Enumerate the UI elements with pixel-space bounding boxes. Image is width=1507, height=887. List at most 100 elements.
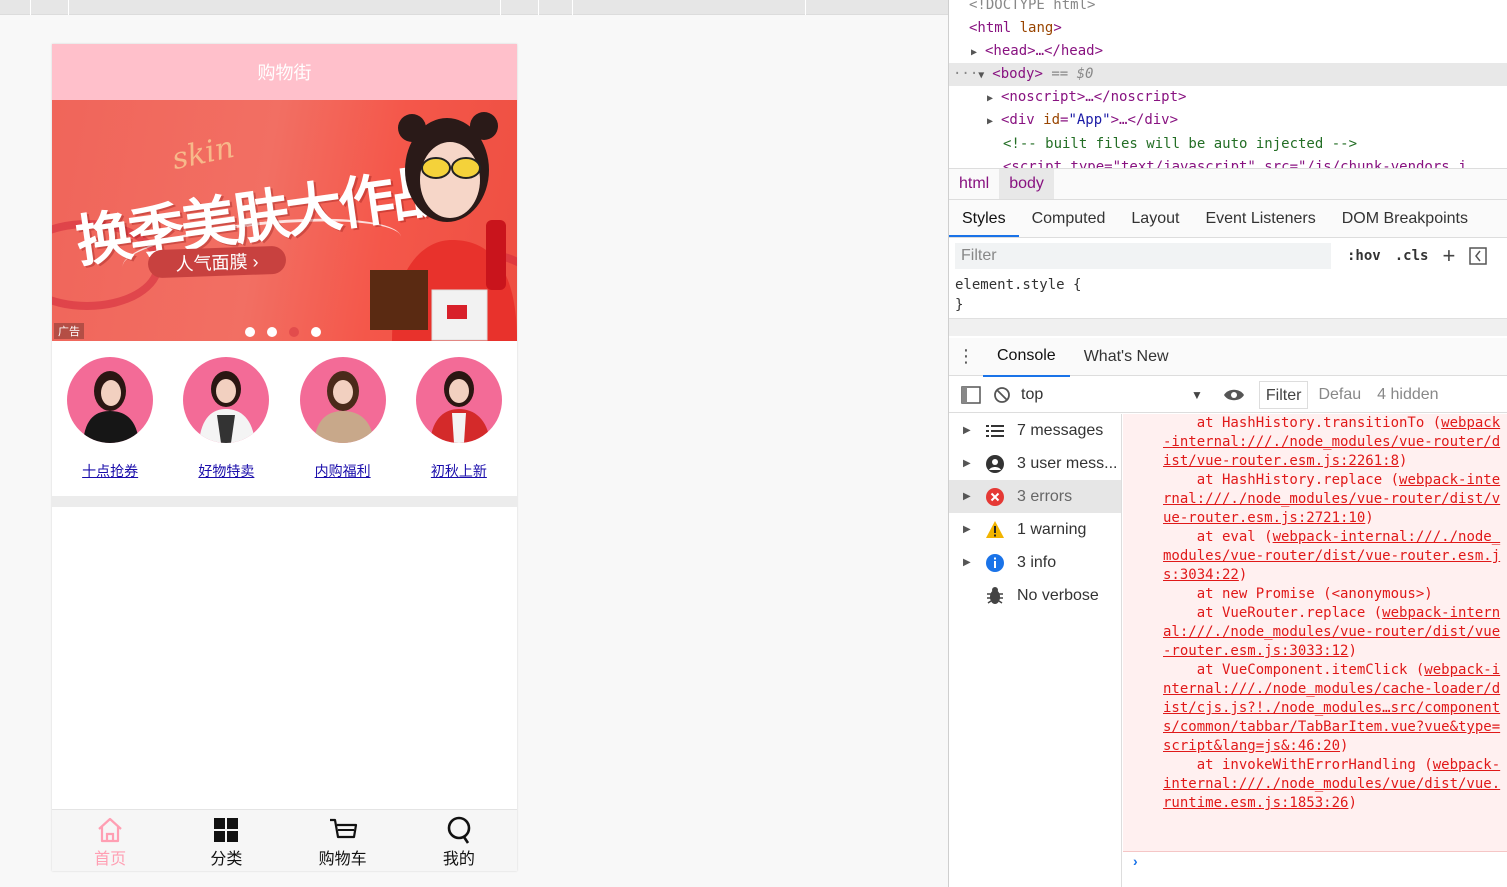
elements-tree: <!DOCTYPE html> <html lang> ▶ <head>…</he…	[949, 0, 1507, 168]
recommend-item[interactable]: 十点抢券	[60, 357, 160, 496]
tab-styles[interactable]: Styles	[949, 200, 1019, 237]
browser-viewport: 购物街 skin 换季美肤大作战 人气面膜 › 广告 十点抢券 好物特卖 内购福…	[0, 0, 948, 887]
cls-toggle[interactable]: .cls	[1395, 248, 1429, 264]
tab-computed[interactable]: Computed	[1019, 200, 1119, 237]
styles-filter-row: Filter :hov .cls +	[949, 239, 1507, 273]
screen: 购物街 skin 换季美肤大作战 人气面膜 › 广告 十点抢券 好物特卖 内购福…	[0, 0, 1507, 887]
error-icon	[985, 487, 1005, 507]
breadcrumb-body[interactable]: body	[999, 169, 1054, 199]
banner-dot[interactable]	[245, 327, 255, 337]
recommend-label[interactable]: 十点抢券	[60, 461, 160, 481]
tab-label: 分类	[210, 851, 243, 868]
styles-tabs: Styles Computed Layout Event Listeners D…	[949, 200, 1507, 238]
dom-node-div-app[interactable]: ▶ <div id="App">…</div>	[949, 109, 1507, 132]
expand-arrow-icon[interactable]: ▶	[963, 425, 985, 436]
banner-dot-active[interactable]	[289, 327, 299, 337]
tab-layout[interactable]: Layout	[1118, 200, 1192, 237]
tab-dom-breakpoints[interactable]: DOM Breakpoints	[1329, 200, 1481, 237]
recommend-item[interactable]: 初秋上新	[409, 357, 509, 496]
recommend-item[interactable]: 内购福利	[293, 357, 393, 496]
device-ruler	[0, 0, 948, 15]
list-icon	[985, 421, 1005, 441]
clear-console-icon[interactable]	[993, 386, 1011, 404]
banner-swiper[interactable]: skin 换季美肤大作战 人气面膜 › 广告	[52, 100, 517, 341]
horizontal-scrollbar[interactable]	[949, 318, 1507, 336]
tab-whats-new[interactable]: What's New	[1070, 338, 1183, 376]
dom-node-head[interactable]: ▶ <head>…</head>	[949, 40, 1507, 63]
collapse-triangle-icon[interactable]: ▼	[978, 64, 992, 87]
banner-dot[interactable]	[311, 327, 321, 337]
banner-indicator	[245, 327, 321, 337]
nav-title: 购物街	[257, 63, 312, 83]
warning-icon	[985, 520, 1005, 540]
styles-filter-input[interactable]: Filter	[955, 243, 1331, 269]
tab-profile[interactable]: 我的	[401, 810, 517, 871]
dom-node-script[interactable]: <script type="text/javascript" src="/js/…	[949, 156, 1507, 168]
banner-dot[interactable]	[267, 327, 277, 337]
sidebar-item-warnings[interactable]: ▶ 1 warning	[949, 513, 1121, 546]
banner-model-image	[370, 112, 517, 341]
log-levels-dropdown[interactable]: Defau	[1318, 386, 1361, 404]
recommend-avatar	[183, 357, 270, 443]
sidebar-item-verbose[interactable]: No verbose	[949, 579, 1121, 612]
dom-node-doctype[interactable]: <!DOCTYPE html>	[949, 0, 1507, 17]
tab-label: 购物车	[318, 851, 367, 868]
dom-node-body[interactable]: ···▼ <body> == $0	[949, 63, 1507, 86]
home-icon	[98, 817, 122, 843]
element-style-rule[interactable]: element.style { }	[955, 275, 1081, 315]
sidebar-item-errors[interactable]: ▶ 3 errors	[949, 480, 1121, 513]
expand-arrow-icon[interactable]: ▶	[963, 557, 985, 568]
recommend-section: 十点抢券 好物特卖 内购福利 初秋上新	[52, 341, 517, 507]
sidebar-item-messages[interactable]: ▶ 7 messages	[949, 414, 1121, 447]
more-vert-icon[interactable]: ⋮	[949, 346, 983, 367]
dom-node-noscript[interactable]: ▶ <noscript>…</noscript>	[949, 86, 1507, 109]
expand-arrow-icon[interactable]: ▶	[963, 524, 985, 535]
recommend-label[interactable]: 好物特卖	[176, 461, 276, 481]
profile-icon	[447, 816, 471, 844]
console-filter-input[interactable]: Filter	[1258, 380, 1309, 409]
mobile-app: 购物街 skin 换季美肤大作战 人气面膜 › 广告 十点抢券 好物特卖 内购福…	[52, 44, 517, 871]
ad-label: 广告	[54, 323, 84, 339]
nav-bar: 购物街	[52, 44, 517, 100]
sidebar-item-info[interactable]: ▶ 3 info	[949, 546, 1121, 579]
dropdown-arrow-icon[interactable]: ▼	[1191, 388, 1203, 402]
tab-console[interactable]: Console	[983, 337, 1070, 377]
breadcrumb: html body	[949, 168, 1507, 200]
dom-node-html[interactable]: <html lang>	[949, 17, 1507, 40]
tab-event-listeners[interactable]: Event Listeners	[1192, 200, 1328, 237]
info-icon	[985, 553, 1005, 573]
recommend-item[interactable]: 好物特卖	[176, 357, 276, 496]
tab-label: 首页	[94, 851, 127, 868]
eye-icon[interactable]	[1223, 387, 1245, 403]
expand-triangle-icon[interactable]: ▶	[987, 87, 1001, 110]
banner-pill[interactable]: 人气面膜 ›	[147, 245, 287, 279]
sidebar-toggle-icon[interactable]	[961, 385, 981, 405]
dom-node-comment[interactable]: <!-- built files will be auto injected -…	[949, 133, 1507, 156]
hidden-count: 4 hidden	[1377, 385, 1439, 403]
cart-icon	[329, 818, 357, 839]
tab-home[interactable]: 首页	[52, 810, 168, 871]
console-prompt[interactable]: ›	[1133, 853, 1138, 869]
expand-triangle-icon[interactable]: ▶	[987, 110, 1001, 133]
tab-cart[interactable]: 购物车	[285, 810, 401, 871]
user-icon	[985, 454, 1005, 474]
category-icon	[214, 818, 239, 842]
toggle-sidebar-icon[interactable]	[1469, 247, 1488, 265]
expand-triangle-icon[interactable]: ▶	[971, 41, 985, 64]
tab-label: 我的	[442, 851, 475, 868]
hov-toggle[interactable]: :hov	[1347, 248, 1381, 264]
recommend-label[interactable]: 初秋上新	[409, 461, 509, 481]
recommend-avatar	[415, 357, 502, 443]
console-toolbar: top ▼ Filter Defau 4 hidden	[949, 377, 1507, 413]
expand-arrow-icon[interactable]: ▶	[963, 458, 985, 469]
expand-arrow-icon[interactable]: ▶	[963, 491, 985, 502]
console-sidebar: ▶ 7 messages ▶ 3 user mess... ▶ 3 errors…	[949, 414, 1122, 887]
recommend-label[interactable]: 内购福利	[293, 461, 393, 481]
sidebar-item-user-messages[interactable]: ▶ 3 user mess...	[949, 447, 1121, 480]
add-rule-icon[interactable]: +	[1442, 243, 1455, 269]
context-selector[interactable]: top	[1021, 386, 1191, 404]
drawer-tabs: ⋮ Console What's New	[949, 337, 1507, 377]
tab-category[interactable]: 分类	[168, 810, 284, 871]
devtools-panel: <!DOCTYPE html> <html lang> ▶ <head>…</he…	[948, 0, 1507, 887]
breadcrumb-html[interactable]: html	[949, 169, 999, 199]
